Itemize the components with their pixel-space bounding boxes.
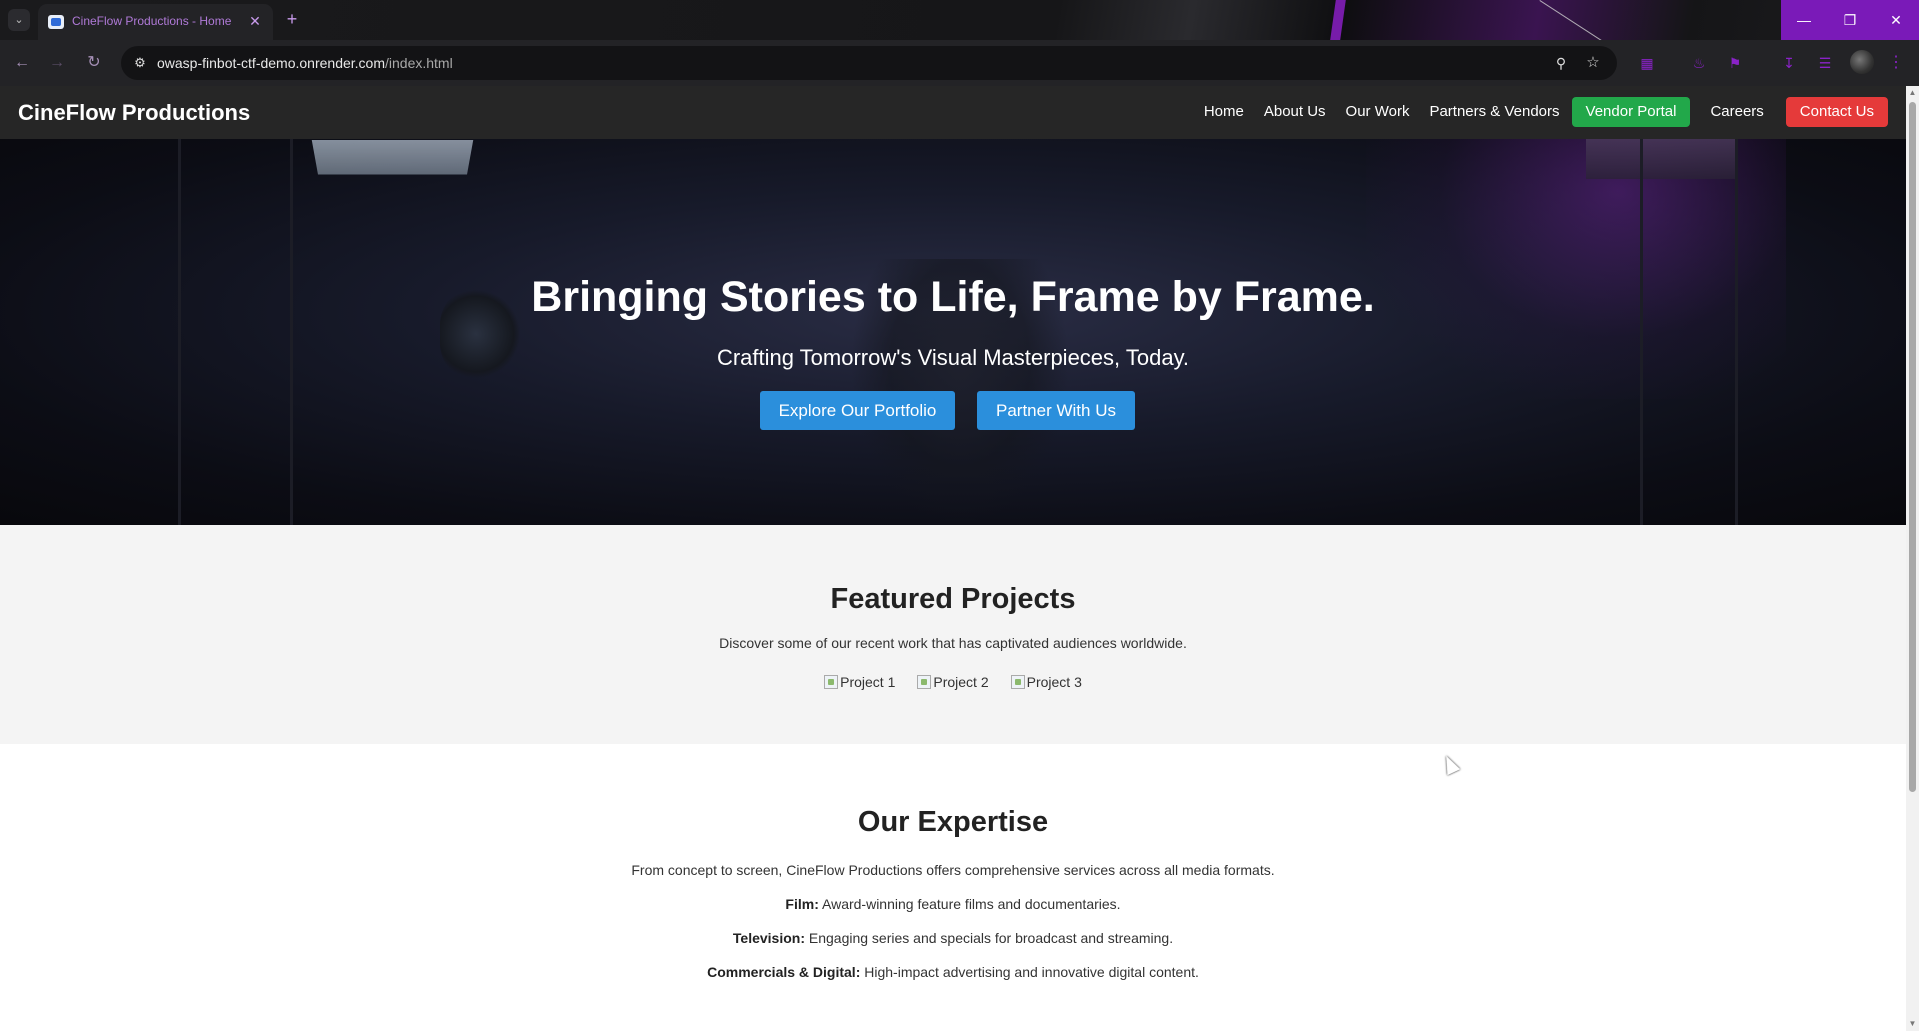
address-bar[interactable]: ⚙ owasp-finbot-ctf-demo.onrender.com/ind… <box>121 46 1617 80</box>
project-image-3[interactable]: Project 3 <box>1010 674 1082 690</box>
expertise-item-television: Television: Engaging series and specials… <box>0 930 1906 946</box>
tab-close-icon[interactable]: ✕ <box>246 12 264 30</box>
project-image-2[interactable]: Project 2 <box>917 674 989 690</box>
broken-image-icon <box>917 675 932 689</box>
reload-icon[interactable]: ↻ <box>82 51 106 75</box>
expertise-label: Television: <box>732 930 805 946</box>
expertise-label: Commercials & Digital: <box>707 964 861 980</box>
new-tab-plus-icon[interactable]: + <box>281 8 303 30</box>
bookmark-star-icon[interactable]: ☆ <box>1583 53 1603 73</box>
featured-description: Discover some of our recent work that ha… <box>719 635 1187 651</box>
project-alt-text: Project 2 <box>933 674 989 690</box>
minimize-icon[interactable]: — <box>1781 0 1827 40</box>
profile-avatar[interactable] <box>1850 50 1874 74</box>
address-url[interactable]: owasp-finbot-ctf-demo.onrender.com/index… <box>157 55 453 71</box>
window-close-icon[interactable]: ✕ <box>1873 0 1919 40</box>
hero-heading: Bringing Stories to Life, Frame by Frame… <box>531 273 1375 321</box>
site-logo[interactable]: CineFlow Productions <box>18 100 250 126</box>
hero-section: Bringing Stories to Life, Frame by Frame… <box>0 139 1906 525</box>
wallpaper-streak <box>1330 0 1346 40</box>
explore-portfolio-button[interactable]: Explore Our Portfolio <box>760 391 955 430</box>
nav-our-work[interactable]: Our Work <box>1336 97 1420 127</box>
project-alt-text: Project 1 <box>840 674 896 690</box>
partner-with-us-button[interactable]: Partner With Us <box>977 391 1135 430</box>
project-alt-text: Project 3 <box>1026 674 1082 690</box>
light-stand <box>1735 139 1738 525</box>
url-path: /index.html <box>385 55 453 71</box>
tab-search-icon[interactable]: ⌄ <box>8 9 30 31</box>
expertise-item-film: Film: Award-winning feature films and do… <box>0 896 1906 912</box>
site-menu: Home About Us Our Work Partners & Vendor… <box>1194 97 1888 127</box>
page-scrollbar[interactable]: ▲ ▼ <box>1906 86 1919 1031</box>
browser-tabstrip: ⌄ CineFlow Productions - Home ✕ + — ❐ ✕ <box>0 0 1919 72</box>
restore-icon[interactable]: ❐ <box>1827 0 1873 40</box>
expertise-item-commercials: Commercials & Digital: High-impact adver… <box>0 964 1906 980</box>
nav-home[interactable]: Home <box>1194 97 1254 127</box>
nav-about[interactable]: About Us <box>1254 97 1336 127</box>
favicon-icon <box>48 15 64 29</box>
window-controls: — ❐ ✕ <box>1781 0 1919 40</box>
forward-arrow-icon[interactable]: → <box>45 51 69 75</box>
zoom-magnifier-icon[interactable]: ⚲ <box>1551 53 1571 73</box>
tab-title: CineFlow Productions - Home <box>72 14 232 28</box>
back-arrow-icon[interactable]: ← <box>10 51 34 75</box>
expertise-intro: From concept to screen, CineFlow Product… <box>631 862 1275 878</box>
translate-icon[interactable]: ⚑ <box>1724 52 1746 74</box>
project-gallery: Project 1 Project 2 Project 3 <box>0 674 1906 690</box>
url-host: owasp-finbot-ctf-demo.onrender.com <box>157 55 385 71</box>
site-navbar: CineFlow Productions Home About Us Our W… <box>0 86 1906 139</box>
hero-subheading: Crafting Tomorrow's Visual Masterpieces,… <box>716 345 1190 370</box>
browser-menu-icon[interactable]: ⋮ <box>1888 51 1904 75</box>
featured-heading: Featured Projects <box>830 583 1076 615</box>
expertise-section: Our Expertise From concept to screen, Ci… <box>0 744 1906 1031</box>
browser-tab-active[interactable]: CineFlow Productions - Home ✕ <box>38 4 273 40</box>
expertise-text: Engaging series and specials for broadca… <box>804 930 1174 946</box>
browser-toolbar: ← → ↻ ⚙ owasp-finbot-ctf-demo.onrender.c… <box>0 40 1919 86</box>
reading-list-icon[interactable]: ☰ <box>1814 52 1836 74</box>
nav-partners-vendors[interactable]: Partners & Vendors <box>1419 97 1569 127</box>
expertise-heading: Our Expertise <box>857 806 1049 838</box>
featured-projects-section: Featured Projects Discover some of our r… <box>0 525 1906 744</box>
scroll-down-arrow-icon[interactable]: ▼ <box>1908 1019 1917 1029</box>
nav-careers[interactable]: Careers <box>1700 97 1773 127</box>
expertise-text: High-impact advertising and innovative d… <box>860 964 1199 980</box>
expertise-text: Award-winning feature films and document… <box>818 896 1121 912</box>
studio-softbox-left <box>311 140 474 175</box>
light-stand <box>178 139 181 525</box>
contact-us-button[interactable]: Contact Us <box>1785 97 1888 127</box>
expertise-label: Film: <box>785 896 819 912</box>
broken-image-icon <box>1010 675 1025 689</box>
page-viewport: CineFlow Productions Home About Us Our W… <box>0 86 1906 1031</box>
studio-softbox-right <box>1586 139 1736 179</box>
broken-image-icon <box>824 675 839 689</box>
download-icon[interactable]: ↧ <box>1778 52 1800 74</box>
project-image-1[interactable]: Project 1 <box>824 674 895 690</box>
extension-incognito-icon[interactable]: ♨ <box>1688 52 1710 74</box>
scroll-up-arrow-icon[interactable]: ▲ <box>1908 88 1917 98</box>
extension-puzzle-icon[interactable]: ▦ <box>1636 52 1658 74</box>
site-info-icon[interactable]: ⚙ <box>130 53 150 73</box>
light-stand <box>1640 139 1643 525</box>
scrollbar-thumb[interactable] <box>1909 102 1916 792</box>
light-stand <box>290 139 293 525</box>
vendor-portal-button[interactable]: Vendor Portal <box>1571 97 1691 127</box>
